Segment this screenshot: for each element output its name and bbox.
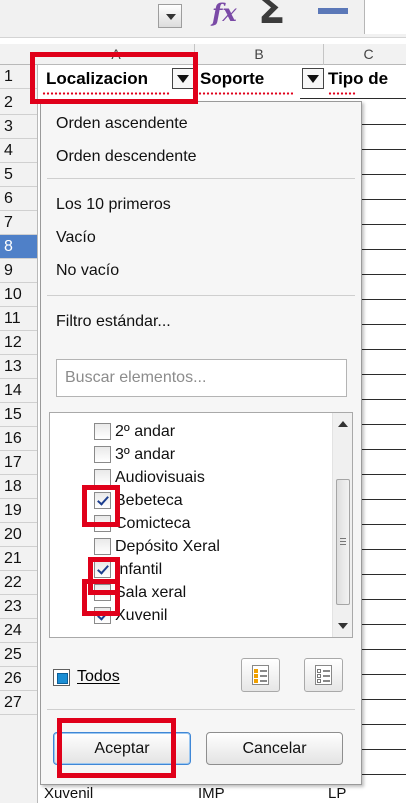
row-header[interactable]: 11 (0, 307, 37, 332)
cell-b27[interactable]: IMP (198, 785, 225, 803)
all-toggle[interactable]: Todos (53, 667, 120, 687)
highlight-box (82, 485, 120, 527)
list-item-label: Xuvenil (115, 606, 168, 624)
list-item-label: Depósito Xeral (115, 537, 220, 555)
row-header[interactable]: 15 (0, 403, 37, 428)
menu-separator (47, 709, 355, 710)
row-header[interactable]: 6 (0, 187, 37, 212)
checkbox[interactable] (94, 469, 111, 486)
list-item-label: Comicteca (115, 514, 191, 532)
top-10-item[interactable]: Los 10 primeros (56, 195, 171, 215)
column-header-b[interactable]: B (195, 44, 324, 65)
row-header[interactable]: 24 (0, 619, 37, 644)
row-header[interactable]: 17 (0, 451, 37, 476)
list-scrollbar[interactable] (332, 413, 352, 637)
list-item-label: 2º andar (115, 422, 176, 440)
row-header[interactable]: 26 (0, 667, 37, 692)
not-empty-item[interactable]: No vacío (56, 261, 119, 281)
sum-icon[interactable]: Σ (258, 0, 285, 30)
list-item[interactable]: 2º andar (94, 420, 175, 443)
list-item-label: Sala xeral (115, 583, 187, 601)
row-header[interactable]: 13 (0, 355, 37, 380)
select-all-icon (252, 665, 269, 685)
highlight-box (30, 52, 198, 104)
formula-equals-icon[interactable] (318, 8, 348, 14)
name-box-dropdown-button[interactable] (158, 4, 182, 28)
row-header[interactable]: 21 (0, 547, 37, 572)
row-header[interactable]: 23 (0, 595, 37, 620)
header-cell-tipo[interactable]: Tipo de (328, 68, 388, 90)
scroll-down-icon[interactable] (338, 623, 348, 629)
cell-a27[interactable]: Xuvenil (44, 785, 93, 803)
autofilter-dropdown-soporte[interactable] (302, 68, 324, 89)
menu-separator (47, 178, 355, 179)
row-header[interactable]: 9 (0, 259, 37, 284)
row-header[interactable]: 12 (0, 331, 37, 356)
row-header[interactable]: 7 (0, 211, 37, 236)
list-item-label: Infantil (115, 560, 163, 578)
search-items-input[interactable]: Buscar elementos... (56, 359, 347, 397)
grip-icon (340, 538, 346, 539)
row-header[interactable]: 22 (0, 571, 37, 596)
formula-input[interactable] (364, 0, 406, 34)
row-header[interactable]: 4 (0, 139, 37, 164)
highlight-box (82, 579, 120, 616)
list-item-label: Bebeteca (115, 491, 183, 509)
list-item-label: Audiovisuais (115, 468, 205, 486)
spellcheck-underline (328, 92, 356, 95)
standard-filter-item[interactable]: Filtro estándar... (56, 312, 171, 332)
empty-item[interactable]: Vacío (56, 228, 96, 248)
checkbox[interactable] (94, 423, 111, 440)
row-header[interactable]: 14 (0, 379, 37, 404)
select-all-button[interactable] (241, 658, 280, 692)
checkbox[interactable] (94, 446, 111, 463)
sort-descending-item[interactable]: Orden descendente (56, 147, 197, 167)
list-item[interactable]: Depósito Xeral (94, 535, 220, 558)
grid-line (300, 98, 406, 99)
autofilter-popup: Orden ascendente Orden descendente Los 1… (40, 101, 362, 785)
row-header[interactable]: 20 (0, 523, 37, 548)
row-header[interactable]: 5 (0, 163, 37, 188)
all-checkbox[interactable] (53, 668, 70, 686)
all-label: Todos (77, 668, 120, 685)
row-header[interactable]: 18 (0, 475, 37, 500)
list-item-label: 3º andar (115, 445, 176, 463)
cancel-button[interactable]: Cancelar (206, 732, 343, 765)
select-none-icon (315, 665, 332, 685)
row-header-active[interactable]: 8 (0, 235, 37, 260)
row-header[interactable]: 19 (0, 499, 37, 524)
spellcheck-underline (198, 92, 293, 95)
column-header-c[interactable]: C (324, 44, 406, 65)
row-header[interactable]: 16 (0, 427, 37, 452)
row-header-column: 1 2 3 4 5 6 7 8 9 10 11 12 13 14 15 16 1… (0, 65, 38, 803)
list-item[interactable]: 3º andar (94, 443, 175, 466)
menu-separator (47, 295, 355, 296)
row-header[interactable]: 27 (0, 691, 37, 716)
row-header[interactable]: 10 (0, 283, 37, 308)
scroll-thumb[interactable] (336, 479, 350, 605)
cell-c27[interactable]: LP (328, 785, 346, 803)
function-wizard-icon[interactable]: fx (212, 0, 237, 27)
row-header[interactable]: 25 (0, 643, 37, 668)
row-header[interactable]: 3 (0, 115, 37, 140)
formula-toolbar: fx Σ (0, 0, 406, 38)
header-cell-soporte[interactable]: Soporte (200, 68, 264, 90)
checkbox[interactable] (94, 538, 111, 555)
sort-ascending-item[interactable]: Orden ascendente (56, 114, 188, 134)
highlight-box (57, 718, 176, 778)
scroll-up-icon[interactable] (338, 421, 348, 427)
unselect-all-button[interactable] (304, 658, 343, 692)
